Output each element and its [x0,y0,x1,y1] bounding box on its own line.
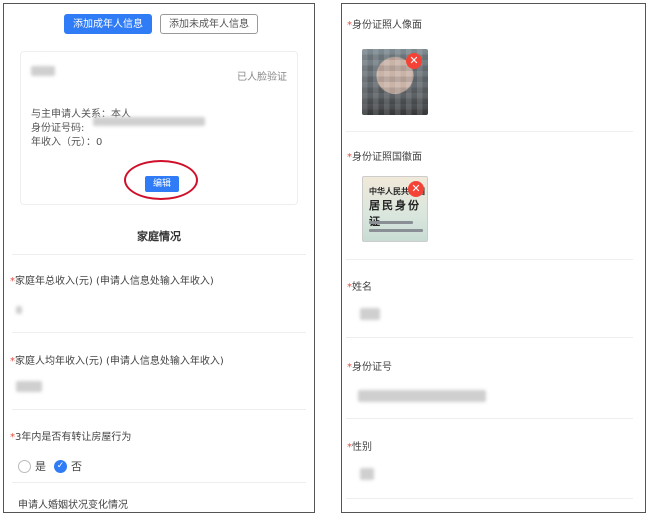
radio-no-checked[interactable]: ✓ [54,459,67,473]
applicant-panel: 添加成年人信息 添加未成年人信息 已人脸验证 与主申请人关系：本人 身份证号码:… [3,3,315,513]
divider [12,254,306,255]
gender-label-text: 性别 [352,442,372,453]
radio-no-label: 否 [71,460,82,473]
member-name-redacted [31,66,55,76]
id-number-label: 身份证号码: [31,123,85,134]
emblem-card-text-line [369,221,413,224]
portrait-label: *身份证照人像面 [347,16,422,31]
add-adult-button[interactable]: 添加成年人信息 [64,14,152,34]
delete-portrait-icon[interactable]: ✕ [406,53,422,69]
radio-yes[interactable] [18,459,31,473]
portrait-label-text: 身份证照人像面 [352,20,422,31]
emblem-label: *身份证照国徽面 [347,148,422,163]
face-verified-status: 已人脸验证 [237,72,287,83]
member-card: 已人脸验证 与主申请人关系：本人 身份证号码: 年收入（元）：0 编辑 [20,51,298,205]
id-number-label: *身份证号 [347,358,392,373]
emblem-label-text: 身份证照国徽面 [352,152,422,163]
divider [12,332,306,333]
emblem-card-line2: 居民身份证 [369,199,421,228]
name-label: *姓名 [347,278,372,293]
add-minor-button[interactable]: 添加未成年人信息 [160,14,258,34]
name-label-text: 姓名 [352,282,372,293]
delete-emblem-icon[interactable]: ✕ [408,181,424,197]
total-income-label: *家庭年总收入(元) (申请人信息处输入年收入) [10,272,214,287]
avg-income-label: *家庭人均年收入(元) (申请人信息处输入年收入) [10,352,224,367]
divider [12,409,306,410]
name-value-redacted[interactable] [360,308,380,320]
divider [346,259,633,260]
id-info-panel: *身份证照人像面 ✕ *身份证照国徽面 中华人民共和国 居民身份证 ✕ *姓名 … [341,3,646,513]
radio-yes-label: 是 [35,460,46,473]
transfer-question-label-text: 3年内是否有转让房屋行为 [15,432,132,443]
gender-value-redacted[interactable] [360,468,374,480]
total-income-value-redacted[interactable] [16,306,22,314]
income-text: 年收入（元）：0 [31,137,103,148]
divider [12,482,306,483]
member-tabs: 添加成年人信息 添加未成年人信息 [64,14,258,34]
gender-label: *性别 [347,438,372,453]
divider [346,131,633,132]
id-number-value-redacted[interactable] [358,390,486,402]
divider [346,418,633,419]
transfer-question-label: *3年内是否有转让房屋行为 [10,428,131,443]
transfer-radio-group: 是 ✓ 否 [18,458,82,474]
edit-highlight-circle [124,160,198,200]
divider [346,498,633,499]
id-number-redacted [93,117,205,126]
divider [346,337,633,338]
check-icon: ✓ [56,460,65,471]
total-income-label-text: 家庭年总收入(元) (申请人信息处输入年收入) [15,276,214,287]
family-section-title: 家庭情况 [137,230,181,243]
id-number-label-text: 身份证号 [352,362,392,373]
avg-income-value-redacted[interactable] [16,381,42,392]
emblem-card-text-line [369,229,423,232]
avg-income-label-text: 家庭人均年收入(元) (申请人信息处输入年收入) [15,356,224,367]
marital-status-label: 申请人婚姻状况变化情况 [18,500,128,511]
